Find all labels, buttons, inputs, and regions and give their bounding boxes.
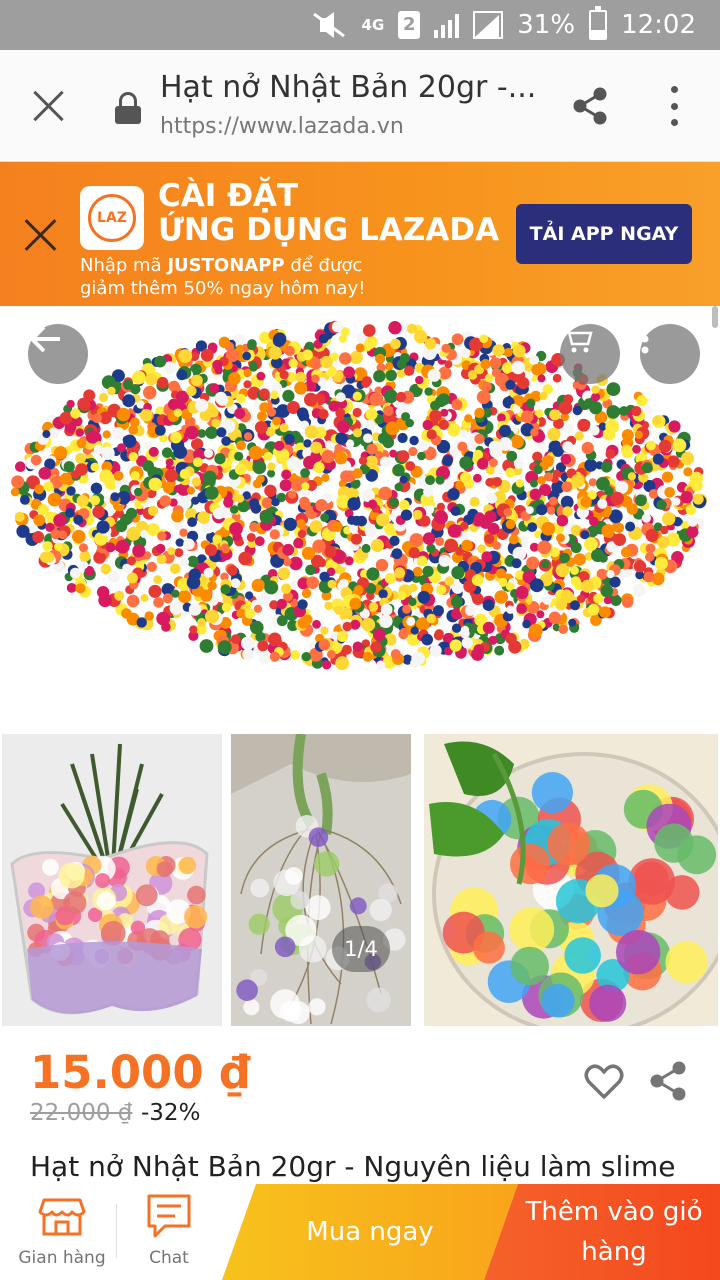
app-promo-banner: LAZ CÀI ĐẶT ỨNG DỤNG LAZADA Nhập mã JUST… (0, 162, 720, 306)
page-url[interactable]: https://www.lazada.vn (160, 114, 404, 139)
nav-divider (116, 1204, 117, 1258)
promo-sub-pre: Nhập mã (80, 255, 168, 276)
gallery-more-button[interactable] (640, 324, 700, 384)
store-label: Gian hàng (18, 1248, 106, 1268)
promo-heading-line2: ỨNG DỤNG LAZADA (158, 212, 500, 248)
cart-button[interactable] (560, 324, 620, 384)
product-title: Hạt nở Nhật Bản 20gr - Nguyên liệu làm s… (30, 1150, 676, 1183)
add-to-cart-button[interactable]: Thêm vào giỏ hàng (484, 1184, 720, 1280)
status-icons: 4G 2 31% 12:02 (310, 6, 696, 42)
page-title[interactable]: Hạt nở Nhật Bản 20gr -... (160, 70, 536, 105)
product-thumbnails (0, 734, 720, 1026)
browser-toolbar: Hạt nở Nhật Bản 20gr -... https://www.la… (0, 50, 720, 162)
lock-icon[interactable] (114, 92, 142, 124)
chat-icon (147, 1194, 191, 1238)
chat-button[interactable]: Chat (126, 1184, 212, 1280)
product-share-icon[interactable] (648, 1060, 688, 1102)
store-icon (38, 1198, 86, 1236)
close-icon[interactable] (30, 88, 66, 124)
signal-sim2-icon (473, 11, 504, 39)
discount-badge: -32% (141, 1100, 201, 1126)
promo-sub-line2: giảm thêm 50% ngay hôm nay! (80, 278, 366, 299)
add-to-cart-line1: Thêm vào giỏ (525, 1197, 703, 1227)
promo-heading-line1: CÀI ĐẶT (158, 178, 299, 214)
promo-sub-post: để được (284, 255, 363, 276)
promo-close-icon[interactable] (24, 218, 58, 252)
promo-code: JUSTONAPP (167, 255, 285, 276)
download-app-button[interactable]: TẢI APP NGAY (516, 204, 692, 264)
original-price: 22.000 ₫ (30, 1100, 133, 1126)
status-bar: 4G 2 31% 12:02 (0, 0, 720, 50)
buy-now-button[interactable]: Mua ngay (222, 1184, 518, 1280)
bottom-action-bar: Gian hàng Chat Mua ngay Thêm vào giỏ hàng (0, 1184, 720, 1280)
share-icon[interactable] (570, 86, 610, 126)
clock: 12:02 (621, 10, 696, 40)
add-to-cart-line2: hàng (581, 1237, 647, 1267)
promo-subtext: Nhập mã JUSTONAPP để được giảm thêm 50% … (80, 254, 365, 300)
lazada-logo: LAZ (80, 186, 144, 250)
network-type: 4G (361, 16, 385, 34)
store-button[interactable]: Gian hàng (14, 1184, 110, 1280)
more-icon[interactable] (668, 86, 680, 126)
page-scrollbar[interactable] (712, 306, 718, 328)
battery-percent: 31% (517, 10, 576, 40)
cart-icon (562, 326, 593, 353)
back-arrow-icon (29, 325, 60, 353)
sim-indicator: 2 (398, 11, 421, 39)
back-button[interactable] (28, 324, 88, 384)
chat-label: Chat (149, 1248, 189, 1268)
thumbnail-roots-beads[interactable] (231, 734, 411, 1026)
thumbnail-vase-plant[interactable] (2, 734, 222, 1026)
product-main-image[interactable] (0, 306, 720, 730)
gallery-pager: 1/4 (332, 926, 390, 972)
more-vertical-icon (641, 324, 649, 354)
signal-icon (434, 12, 460, 38)
battery-icon (589, 6, 608, 40)
mute-icon (312, 12, 345, 38)
current-price: 15.000 ₫ (30, 1046, 251, 1099)
heart-icon[interactable] (584, 1064, 624, 1100)
logo-text: LAZ (88, 194, 136, 242)
thumbnail-bowl-beads[interactable] (424, 734, 718, 1026)
add-to-cart-label: Thêm vào giỏ hàng (525, 1192, 702, 1272)
